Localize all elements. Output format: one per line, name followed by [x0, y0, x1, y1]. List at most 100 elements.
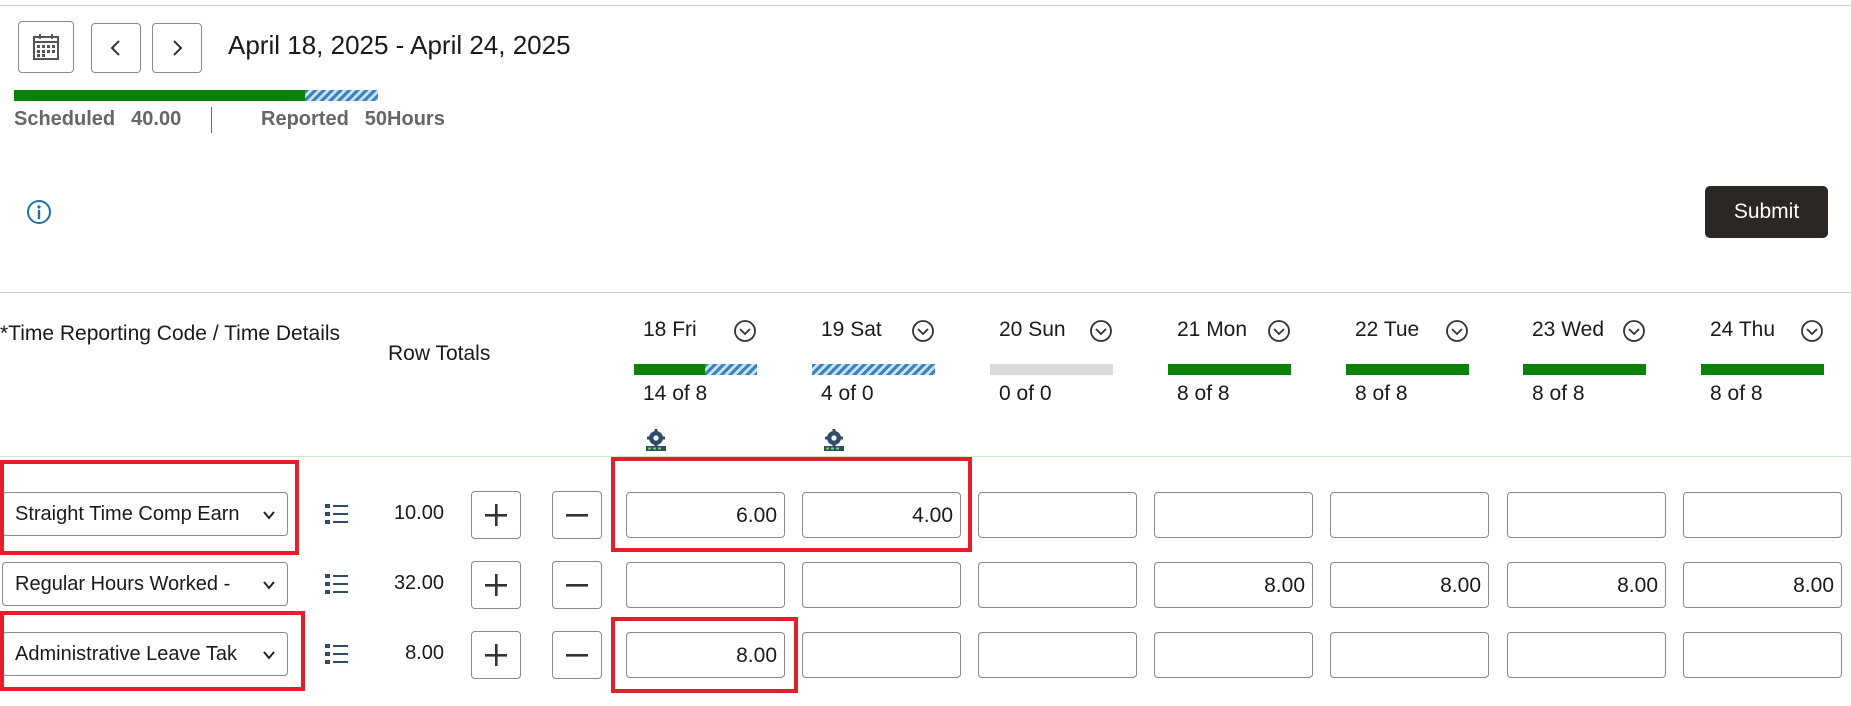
- day-progress-bar: [634, 364, 757, 375]
- day-progress-fill: [634, 364, 705, 375]
- gear-icon: [824, 429, 844, 451]
- minus-icon: [566, 584, 588, 587]
- plus-icon: [485, 644, 507, 666]
- day-progress-bar: [1168, 364, 1291, 375]
- day-header-label: 22 Tue: [1355, 318, 1420, 341]
- day-hours-count: 8 of 8: [1532, 382, 1585, 405]
- day-header-label: 20 Sun: [999, 318, 1066, 341]
- hours-input[interactable]: [1154, 492, 1313, 538]
- chevron-down-circle-icon: [1801, 320, 1823, 342]
- chevron-down-circle-icon: [1623, 320, 1645, 342]
- highlight-box: [0, 611, 305, 691]
- info-button[interactable]: [26, 199, 52, 225]
- scheduled-value: 40.00: [131, 108, 182, 130]
- hours-input[interactable]: [802, 632, 961, 678]
- top-divider: [0, 5, 1851, 6]
- time-reporting-code-select[interactable]: Regular Hours Worked -: [2, 562, 288, 606]
- submit-button[interactable]: Submit: [1705, 186, 1828, 238]
- section-divider: [0, 292, 1851, 293]
- hours-input[interactable]: 8.00: [1330, 562, 1489, 608]
- summary-divider: [211, 107, 212, 133]
- next-week-button[interactable]: [152, 23, 202, 73]
- day-expand-button[interactable]: [733, 319, 757, 343]
- day-progress-over: [705, 364, 757, 375]
- hours-input[interactable]: [978, 632, 1137, 678]
- day-progress-bar: [812, 364, 935, 375]
- calendar-button[interactable]: [18, 21, 74, 73]
- reported-summary: Reported 50Hours: [261, 108, 445, 131]
- day-hours-count: 0 of 0: [999, 382, 1052, 405]
- calendar-icon: [33, 34, 59, 60]
- time-reporting-code-value: Regular Hours Worked -: [15, 572, 231, 595]
- chevron-down-circle-icon: [734, 320, 756, 342]
- minus-icon: [566, 514, 588, 517]
- hours-input[interactable]: [1507, 492, 1666, 538]
- hours-input[interactable]: [1154, 632, 1313, 678]
- hours-input[interactable]: 8.00: [1154, 562, 1313, 608]
- reported-value: 50Hours: [364, 108, 445, 130]
- minus-icon: [566, 654, 588, 657]
- row-total: 32.00: [393, 572, 444, 594]
- day-expand-button[interactable]: [1089, 319, 1113, 343]
- reported-label: Reported: [261, 108, 349, 130]
- hours-input[interactable]: [1683, 492, 1842, 538]
- add-row-button[interactable]: [471, 491, 521, 539]
- time-details-button[interactable]: [324, 572, 350, 596]
- schedule-details-button[interactable]: [822, 428, 846, 452]
- remove-row-button[interactable]: [552, 491, 602, 539]
- day-header-label: 24 Thu: [1710, 318, 1775, 341]
- day-header-label: 19 Sat: [821, 318, 882, 341]
- hours-input[interactable]: [978, 562, 1137, 608]
- hours-input[interactable]: [1507, 632, 1666, 678]
- remove-row-button[interactable]: [552, 631, 602, 679]
- day-hours-count: 8 of 8: [1177, 382, 1230, 405]
- hours-input[interactable]: [978, 492, 1137, 538]
- plus-icon: [485, 574, 507, 596]
- hours-input[interactable]: [1330, 492, 1489, 538]
- add-row-button[interactable]: [471, 631, 521, 679]
- highlight-box: [611, 617, 798, 693]
- previous-week-button[interactable]: [91, 23, 141, 73]
- row-totals-header: Row Totals: [388, 342, 491, 365]
- day-hours-count: 8 of 8: [1355, 382, 1408, 405]
- day-hours-count: 4 of 0: [821, 382, 874, 405]
- date-range-title: April 18, 2025 - April 24, 2025: [228, 30, 571, 60]
- highlight-box: [611, 457, 972, 552]
- highlight-box: [0, 460, 299, 555]
- day-expand-button[interactable]: [1267, 319, 1291, 343]
- hours-input[interactable]: 8.00: [1507, 562, 1666, 608]
- scheduled-label: Scheduled: [14, 108, 116, 130]
- row-total: 10.00: [393, 502, 444, 524]
- chevron-down-circle-icon: [1268, 320, 1290, 342]
- progress-scheduled-fill: [14, 90, 305, 101]
- hours-input[interactable]: [626, 562, 785, 608]
- day-progress-bar: [990, 364, 1113, 375]
- schedule-details-button[interactable]: [644, 428, 668, 452]
- day-hours-count: 14 of 8: [643, 382, 708, 405]
- day-expand-button[interactable]: [1622, 319, 1646, 343]
- time-details-button[interactable]: [324, 502, 350, 526]
- day-progress-bar: [1701, 364, 1824, 375]
- list-details-icon: [325, 644, 348, 664]
- trc-column-header: *Time Reporting Code / Time Details: [0, 322, 341, 345]
- day-expand-button[interactable]: [1445, 319, 1469, 343]
- remove-row-button[interactable]: [552, 561, 602, 609]
- day-header-label: 21 Mon: [1177, 318, 1248, 341]
- hours-input[interactable]: [802, 562, 961, 608]
- time-details-button[interactable]: [324, 642, 350, 666]
- add-row-button[interactable]: [471, 561, 521, 609]
- reported-progress-bar: [14, 90, 378, 101]
- chevron-down-circle-icon: [1446, 320, 1468, 342]
- day-progress-bar: [1523, 364, 1646, 375]
- day-expand-button[interactable]: [911, 319, 935, 343]
- hours-input[interactable]: [1330, 632, 1489, 678]
- list-details-icon: [325, 574, 348, 594]
- list-details-icon: [325, 504, 348, 524]
- chevron-down-circle-icon: [1090, 320, 1112, 342]
- hours-input[interactable]: 8.00: [1683, 562, 1842, 608]
- hours-input[interactable]: [1683, 632, 1842, 678]
- plus-icon: [485, 504, 507, 526]
- chevron-left-icon: [110, 40, 120, 56]
- info-icon: [27, 200, 51, 224]
- day-expand-button[interactable]: [1800, 319, 1824, 343]
